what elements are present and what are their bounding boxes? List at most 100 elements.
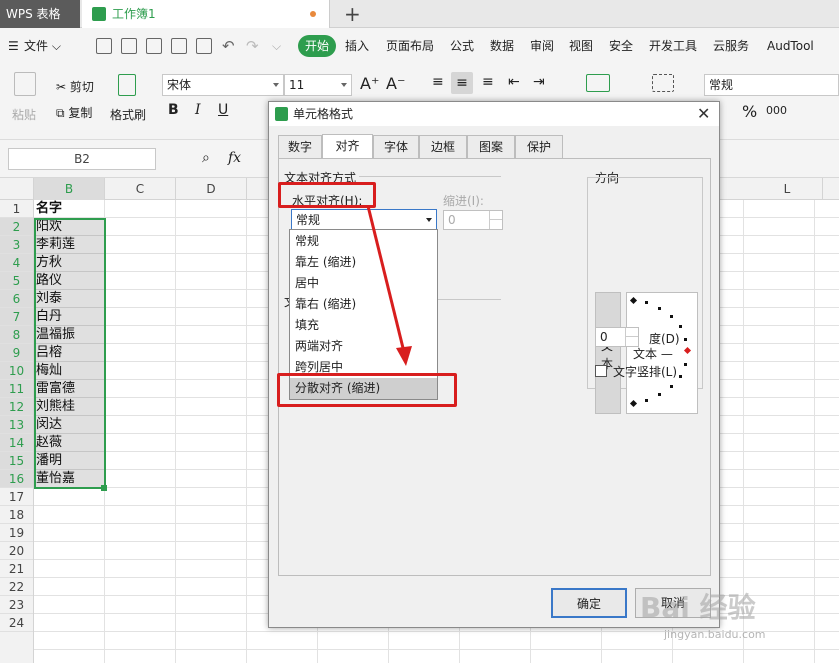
menu-audtool[interactable]: AudTool xyxy=(767,28,814,64)
cut-button[interactable]: ✂ 剪切 xyxy=(56,78,94,95)
row-header[interactable]: 13 xyxy=(0,416,33,434)
row-header[interactable]: 18 xyxy=(0,506,33,524)
redo-icon[interactable]: ↷ xyxy=(246,28,259,64)
font-size-select[interactable]: 11 xyxy=(284,74,352,96)
row-header[interactable]: 6 xyxy=(0,290,33,308)
align-bottom-icon[interactable]: ≡ xyxy=(482,74,494,90)
row-header[interactable]: 20 xyxy=(0,542,33,560)
row-header[interactable]: 3 xyxy=(0,236,33,254)
wrap-text-icon[interactable] xyxy=(652,74,674,92)
row-header[interactable]: 8 xyxy=(0,326,33,344)
row-header[interactable]: 10 xyxy=(0,362,33,380)
percent-button[interactable]: % xyxy=(742,102,757,121)
header-cell[interactable]: 名字 xyxy=(34,200,105,218)
decrease-font-icon[interactable]: A⁻ xyxy=(386,74,405,93)
vertical-text-checkbox-label[interactable]: 文字竖排(L) xyxy=(613,363,677,380)
select-all-corner[interactable] xyxy=(0,178,34,200)
menu-view[interactable]: 视图 xyxy=(569,28,593,64)
stepper-up-icon[interactable] xyxy=(625,328,638,337)
hamburger-icon[interactable]: ☰ xyxy=(8,28,19,64)
bold-button[interactable]: B xyxy=(168,102,179,118)
increase-font-icon[interactable]: A⁺ xyxy=(360,74,379,93)
merge-center-icon[interactable] xyxy=(586,74,610,92)
file-menu[interactable]: 文件 ⌵ xyxy=(24,28,61,64)
row-header[interactable]: 19 xyxy=(0,524,33,542)
menu-security[interactable]: 安全 xyxy=(609,28,633,64)
new-tab-button[interactable]: + xyxy=(344,2,361,26)
app-tab[interactable]: WPS 表格 xyxy=(0,0,80,28)
menu-developer[interactable]: 开发工具 xyxy=(649,28,697,64)
stepper-up-icon[interactable] xyxy=(489,211,502,220)
menu-start[interactable]: 开始 xyxy=(298,35,337,57)
row-header[interactable]: 23 xyxy=(0,596,33,614)
increase-indent-icon[interactable]: ⇥ xyxy=(533,74,545,90)
row-header[interactable]: 5 xyxy=(0,272,33,290)
menu-page-layout[interactable]: 页面布局 xyxy=(386,28,434,64)
tab-alignment[interactable]: 对齐 xyxy=(322,134,373,158)
menu-formula[interactable]: 公式 xyxy=(450,28,474,64)
column-header-d[interactable]: D xyxy=(176,178,247,200)
zoom-lookup-icon[interactable]: ⌕ xyxy=(202,150,210,166)
indent-stepper[interactable]: 0 xyxy=(443,210,503,230)
row-header[interactable]: 16 xyxy=(0,470,33,488)
row-header[interactable]: 1 xyxy=(0,200,33,218)
paste-label[interactable]: 粘贴 xyxy=(12,106,36,123)
stepper-down-icon[interactable] xyxy=(625,337,638,346)
column-header-c[interactable]: C xyxy=(105,178,176,200)
menu-data[interactable]: 数据 xyxy=(490,28,514,64)
export-pdf-icon[interactable] xyxy=(146,38,162,54)
orientation-dial[interactable]: 文本 — xyxy=(626,292,698,414)
copy-button[interactable]: ⧉ 复制 xyxy=(56,104,92,121)
number-format-select[interactable]: 常规 xyxy=(704,74,839,96)
menu-cloud[interactable]: 云服务 xyxy=(713,28,749,64)
row-header[interactable]: 14 xyxy=(0,434,33,452)
save-icon[interactable] xyxy=(121,38,137,54)
stepper-down-icon[interactable] xyxy=(489,220,502,229)
underline-button[interactable]: U xyxy=(218,102,228,118)
row-header[interactable]: 12 xyxy=(0,398,33,416)
row-header[interactable]: 15 xyxy=(0,452,33,470)
print-preview-icon[interactable] xyxy=(196,38,212,54)
tab-number[interactable]: 数字 xyxy=(278,135,322,158)
paste-icon[interactable] xyxy=(14,72,36,96)
print-icon[interactable] xyxy=(171,38,187,54)
row-header[interactable]: 9 xyxy=(0,344,33,362)
open-folder-icon[interactable] xyxy=(96,38,112,54)
workbook-tab[interactable]: 工作簿1 xyxy=(82,0,330,28)
row-header[interactable]: 22 xyxy=(0,578,33,596)
fill-handle[interactable] xyxy=(101,485,107,491)
tab-pattern[interactable]: 图案 xyxy=(467,135,515,158)
vertical-text-checkbox[interactable] xyxy=(595,365,607,377)
tab-protection[interactable]: 保护 xyxy=(515,135,563,158)
degree-stepper[interactable]: 0 xyxy=(595,327,639,347)
align-top-icon[interactable]: ≡ xyxy=(432,74,444,90)
row-header[interactable]: 21 xyxy=(0,560,33,578)
more-icon[interactable]: ⌵ xyxy=(272,28,281,64)
thousands-button[interactable]: 000 xyxy=(766,104,787,117)
tab-border[interactable]: 边框 xyxy=(419,135,467,158)
menu-review[interactable]: 审阅 xyxy=(530,28,554,64)
dialog-title-bar[interactable]: 单元格格式 ✕ xyxy=(269,102,719,126)
italic-button[interactable]: I xyxy=(195,102,201,118)
decrease-indent-icon[interactable]: ⇤ xyxy=(508,74,520,90)
format-painter-label[interactable]: 格式刷 xyxy=(110,106,146,123)
close-icon[interactable]: ✕ xyxy=(697,102,710,126)
menu-insert[interactable]: 插入 xyxy=(345,28,369,64)
column-header-l[interactable]: L xyxy=(752,178,823,200)
row-header[interactable]: 2 xyxy=(0,218,33,236)
font-name-select[interactable]: 宋体 xyxy=(162,74,284,96)
row-header[interactable]: 4 xyxy=(0,254,33,272)
row-header[interactable]: 17 xyxy=(0,488,33,506)
name-box[interactable]: B2 xyxy=(8,148,156,170)
format-painter-icon[interactable] xyxy=(118,74,136,96)
row-header[interactable]: 7 xyxy=(0,308,33,326)
vertical-text-toggle[interactable]: 文本 xyxy=(595,292,621,414)
undo-icon[interactable]: ↶ xyxy=(222,28,235,64)
ok-button[interactable]: 确定 xyxy=(551,588,627,618)
align-middle-icon[interactable]: ≡ xyxy=(451,72,473,94)
row-header[interactable]: 24 xyxy=(0,614,33,632)
fx-icon[interactable]: fx xyxy=(228,150,241,166)
row-header[interactable]: 11 xyxy=(0,380,33,398)
tab-font[interactable]: 字体 xyxy=(373,135,419,158)
column-header-b[interactable]: B xyxy=(34,178,105,200)
